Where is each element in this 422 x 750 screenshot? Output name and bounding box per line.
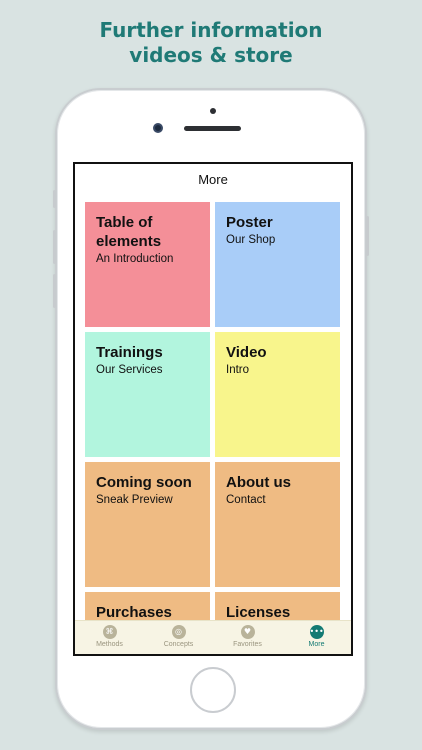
power-button [366,216,369,256]
tile-subtitle: Our Shop [226,234,276,246]
front-camera [153,123,163,133]
tile-title: Trainings [96,344,163,361]
page-title: More [198,171,228,187]
tab-concepts[interactable]: ◎ Concepts [144,621,213,654]
tile-subtitle: Sneak Preview [96,494,173,506]
more-grid: Table of elements An Introduction Poster… [85,202,341,654]
tab-bar: ⌘ Methods ◎ Concepts ♥ Favorites ••• Mor… [75,620,351,654]
tab-label: Favorites [233,641,262,648]
tile-subtitle: Contact [226,494,266,506]
headline-line-2: videos & store [129,43,293,67]
proximity-sensor [210,108,216,114]
promo-headline: Further information videos & store [0,18,422,68]
tile-title: About us [226,474,291,491]
tile-trainings[interactable]: Trainings Our Services [85,332,210,457]
tab-more[interactable]: ••• More [282,621,351,654]
tile-poster[interactable]: Poster Our Shop [215,202,340,327]
phone-frame: More Table of elements An Introduction P… [53,88,369,730]
tile-title: Table of elements [96,214,162,250]
tile-video[interactable]: Video Intro [215,332,340,457]
earpiece-speaker [184,126,241,131]
tile-about-us[interactable]: About us Contact [215,462,340,587]
concepts-icon: ◎ [171,625,186,639]
tile-subtitle: Our Services [96,364,163,376]
volume-up-button [53,230,56,264]
heart-icon: ♥ [240,625,255,639]
tile-table-of-elements[interactable]: Table of elements An Introduction [85,202,210,327]
more-icon: ••• [309,625,324,639]
app-screen: More Table of elements An Introduction P… [73,162,353,656]
methods-icon: ⌘ [102,625,117,639]
headline-line-1: Further information [99,18,323,42]
tab-favorites[interactable]: ♥ Favorites [213,621,282,654]
home-button[interactable] [190,667,236,713]
tile-title: Coming soon [96,474,192,491]
volume-down-button [53,274,56,308]
tile-subtitle: Intro [226,364,250,376]
nav-bar: More [75,164,351,194]
tab-methods[interactable]: ⌘ Methods [75,621,144,654]
tab-label: Concepts [163,641,194,648]
tile-title: Poster [226,214,273,231]
tile-title: Video [226,344,267,361]
tile-coming-soon[interactable]: Coming soon Sneak Preview [85,462,210,587]
mute-switch [53,190,56,208]
tile-subtitle: An Introduction [96,253,174,265]
tab-label: More [308,641,325,648]
tab-label: Methods [96,641,123,648]
